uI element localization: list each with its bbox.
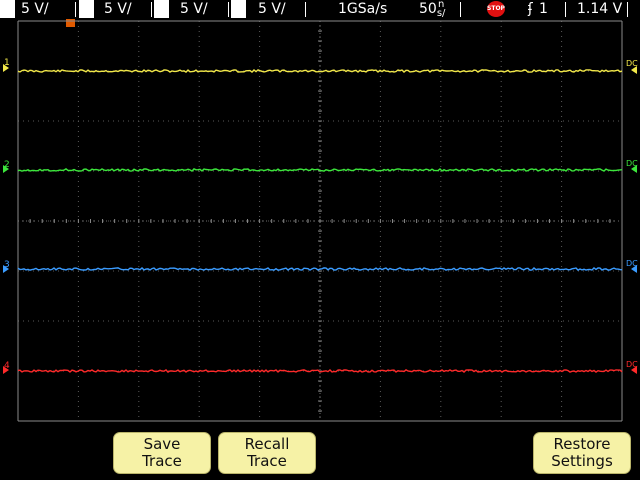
channel-2-scale-label: 5 V/ xyxy=(104,1,132,17)
channel-1-coupling: DC xyxy=(626,59,638,68)
save-trace-label-2: Trace xyxy=(142,452,182,470)
recall-trace-label-2: Trace xyxy=(247,452,287,470)
separator xyxy=(565,2,566,17)
restore-settings-button[interactable]: Restore Settings xyxy=(533,432,631,474)
recall-trace-button[interactable]: Recall Trace xyxy=(218,432,316,474)
trigger-level[interactable]: 1.14 V xyxy=(577,0,622,18)
save-trace-label-1: Save xyxy=(143,435,181,453)
channel-4-scale[interactable]: 5 V/ xyxy=(231,0,306,18)
channel-3-coupling: DC xyxy=(626,259,638,268)
stop-icon[interactable]: STOP xyxy=(487,1,505,17)
channel-3-trace xyxy=(17,266,623,271)
channel-1-scale-label: 5 V/ xyxy=(21,1,49,17)
separator xyxy=(627,2,628,17)
waveform-display[interactable]: 1 2 3 4 DC DC DC DC xyxy=(0,20,640,426)
channel-1-swatch xyxy=(0,0,15,18)
timebase-value: 50 xyxy=(419,1,437,17)
trigger-source[interactable]: 1 xyxy=(539,0,548,18)
channel-2-swatch xyxy=(79,0,94,18)
channel-2-coupling: DC xyxy=(626,159,638,168)
restore-settings-label-1: Restore xyxy=(553,435,611,453)
channel-4-scale-label: 5 V/ xyxy=(258,1,286,17)
channel-4-swatch xyxy=(231,0,246,18)
softkey-bar: Save Trace Recall Trace Restore Settings xyxy=(0,426,640,480)
status-bar: 5 V/ 5 V/ 5 V/ 5 V/ 1GSa/s 50 n s/ STOP ʄ … xyxy=(0,0,640,20)
channel-1-label: 1 xyxy=(4,58,10,68)
channel-4-coupling: DC xyxy=(626,360,638,369)
separator xyxy=(305,2,306,17)
sample-rate: 1GSa/s xyxy=(338,1,388,17)
channel-1-scale[interactable]: 5 V/ xyxy=(0,0,75,18)
separator xyxy=(151,2,152,17)
separator xyxy=(75,2,76,17)
channel-2-scale[interactable]: 5 V/ xyxy=(79,0,154,18)
channel-4-label: 4 xyxy=(4,361,10,371)
trigger-edge-icon: ʄ xyxy=(528,1,533,17)
save-trace-button[interactable]: Save Trace xyxy=(113,432,211,474)
restore-settings-label-2: Settings xyxy=(551,452,613,470)
separator xyxy=(460,2,461,17)
graticule-svg: 1 2 3 4 DC DC DC DC xyxy=(3,20,638,422)
graticule-grid xyxy=(17,20,623,422)
separator xyxy=(228,2,229,17)
channel-3-scale-label: 5 V/ xyxy=(180,1,208,17)
timebase-unit-bottom: s/ xyxy=(436,8,446,19)
channel-3-scale[interactable]: 5 V/ xyxy=(154,0,229,18)
timebase[interactable]: 50 n s/ xyxy=(419,0,446,19)
channel-2-label: 2 xyxy=(4,160,10,170)
recall-trace-label-1: Recall xyxy=(244,435,290,453)
channel-3-label: 3 xyxy=(4,260,10,270)
channel-3-swatch xyxy=(154,0,169,18)
